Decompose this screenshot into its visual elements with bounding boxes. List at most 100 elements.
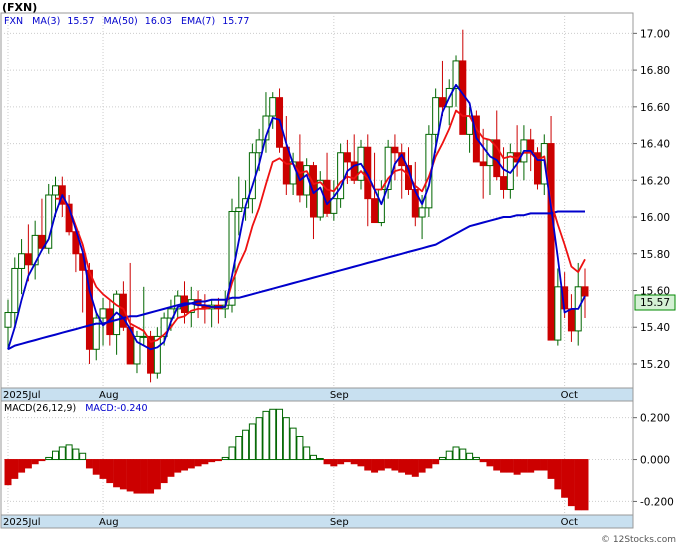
- candle-up: [99, 308, 107, 319]
- candle-up: [255, 139, 263, 154]
- price-tick-label: 16.20: [640, 175, 670, 187]
- macd-bar-negative: [323, 459, 331, 465]
- macd-bar-positive: [221, 456, 229, 461]
- macd-bar-positive: [248, 423, 256, 461]
- macd-bar-negative: [208, 459, 216, 463]
- macd-bar-negative: [384, 459, 392, 469]
- legend-symbol: FXN: [4, 16, 23, 27]
- macd-bar-positive: [438, 456, 446, 461]
- macd-bar-negative: [567, 459, 575, 507]
- price-tick-label: 16.60: [640, 102, 670, 114]
- main-date-label: Aug: [99, 390, 119, 401]
- candle-down: [371, 198, 379, 224]
- legend-ma3-value: 15.57: [67, 16, 94, 27]
- candle-up: [377, 188, 385, 224]
- macd-bar-positive: [269, 408, 277, 461]
- macd-bar-negative: [540, 459, 548, 471]
- macd-bar-positive: [242, 429, 250, 461]
- macd-bar-positive: [466, 452, 474, 461]
- candle-up: [418, 207, 426, 218]
- macd-bar-negative: [4, 459, 12, 486]
- candle-up: [554, 286, 562, 341]
- macd-date-label: Aug: [99, 517, 119, 528]
- macd-bar-negative: [140, 459, 148, 494]
- legend-ma50-label: MA(50): [104, 16, 138, 27]
- candle-down: [567, 308, 575, 332]
- price-tick-label: 16.40: [640, 139, 670, 151]
- macd-tick-label: 0.200: [640, 413, 670, 425]
- candle-down: [438, 97, 446, 108]
- macd-bar-negative: [493, 459, 501, 471]
- macd-bar-positive: [459, 448, 467, 461]
- main-legend: FXN MA(3) 15.57 MA(50) 16.03 EMA(7) 15.7…: [4, 16, 249, 27]
- candle-down: [479, 161, 487, 167]
- symbol-title: (FXN): [2, 1, 37, 14]
- macd-bar-negative: [357, 459, 365, 467]
- candle-up: [432, 97, 440, 135]
- macd-bar-negative: [11, 459, 19, 479]
- macd-bar-negative: [561, 459, 569, 498]
- macd-bar-negative: [398, 459, 406, 473]
- candle-down: [500, 176, 508, 190]
- macd-bar-negative: [377, 459, 385, 471]
- candle-up: [140, 335, 148, 338]
- macd-bar-negative: [425, 459, 433, 469]
- macd-bar-negative: [113, 459, 121, 488]
- macd-date-label: 2025Jul: [3, 517, 41, 528]
- watermark: © 12Stocks.com: [601, 535, 676, 545]
- price-tick-label: 15.40: [640, 322, 670, 334]
- date-strip-macd: [0, 514, 634, 529]
- last-price-badge: 15.57: [640, 297, 670, 309]
- macd-bar-positive: [303, 446, 311, 461]
- macd-bar-negative: [479, 459, 487, 463]
- macd-bar-negative: [330, 459, 338, 467]
- macd-bar-negative: [160, 459, 168, 484]
- macd-bar-negative: [533, 459, 541, 471]
- macd-bar-negative: [99, 459, 107, 479]
- macd-bar-negative: [500, 459, 508, 473]
- macd-bar-negative: [411, 459, 419, 477]
- macd-bar-negative: [119, 459, 127, 490]
- macd-bar-negative: [554, 459, 562, 490]
- macd-bar-negative: [201, 459, 209, 465]
- macd-bar-positive: [58, 446, 66, 461]
- macd-bar-negative: [350, 459, 358, 465]
- macd-bar-negative: [126, 459, 134, 492]
- macd-bar-positive: [79, 452, 87, 461]
- macd-bar-positive: [452, 446, 460, 461]
- macd-axis: -0.200 0.000 0.200: [633, 413, 674, 508]
- main-date-label: Oct: [561, 390, 578, 401]
- date-strip-main: [0, 387, 634, 402]
- macd-bar-positive: [296, 436, 304, 461]
- price-axis: 15.2015.4015.6015.8016.0016.2016.4016.60…: [633, 28, 670, 371]
- main-date-label: 2025Jul: [3, 390, 41, 401]
- macd-bar-negative: [174, 459, 182, 473]
- macd-bar-negative: [432, 459, 440, 465]
- macd-bar-negative: [24, 459, 32, 469]
- macd-bar-positive: [228, 446, 236, 461]
- candle-down: [391, 146, 399, 154]
- macd-bar-negative: [214, 459, 222, 462]
- macd-date-label: Oct: [561, 517, 578, 528]
- candle-up: [153, 335, 161, 374]
- price-tick-label: 17.00: [640, 28, 670, 40]
- macd-bar-negative: [391, 459, 399, 471]
- macd-bar-positive: [45, 456, 53, 461]
- macd-bar-positive: [52, 450, 60, 461]
- macd-bar-negative: [405, 459, 413, 475]
- macd-bar-positive: [72, 448, 80, 461]
- macd-date-label: Sep: [330, 517, 349, 528]
- price-tick-label: 15.20: [640, 359, 670, 371]
- candle-up: [269, 97, 277, 117]
- macd-bar-negative: [343, 459, 351, 463]
- legend-ma50-value: 16.03: [145, 16, 172, 27]
- macd-bar-negative: [513, 459, 521, 475]
- candle-down: [547, 143, 555, 341]
- candle-up: [52, 185, 60, 196]
- macd-bar-positive: [282, 417, 290, 461]
- macd-bar-negative: [180, 459, 188, 471]
- stock-chart: 15.2015.4015.6015.8016.0016.2016.4016.60…: [0, 1, 676, 545]
- candle-up: [330, 198, 338, 214]
- macd-bar-positive: [65, 444, 73, 461]
- macd-legend-label: MACD(26,12,9): [4, 403, 76, 414]
